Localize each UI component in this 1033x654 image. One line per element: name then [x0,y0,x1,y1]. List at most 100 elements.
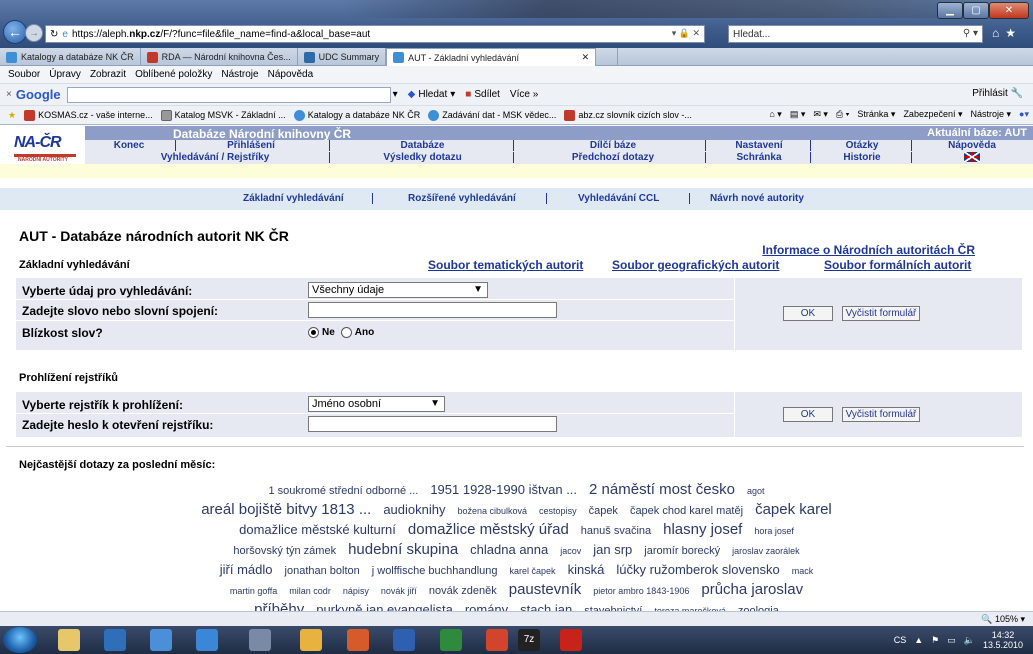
help-icon[interactable]: ●▾ [1019,109,1029,120]
tab-katalogy[interactable]: Katalogy a databáze NK ČR [0,48,141,66]
clear-form-button[interactable]: Vyčistit formulář [842,306,920,321]
na-cr-logo[interactable]: NA-ČR NÁRODNÍ AUTORITY [14,134,76,163]
fav-katalog-msvk[interactable]: Katalog MSVK - Základní ... [160,109,286,121]
fav-katalogy-nk[interactable]: Katalogy a databáze NK ČR [293,109,420,121]
nav-schranka[interactable]: Schránka [711,152,807,163]
tag-cloud-link[interactable]: čapek [589,505,618,517]
tag-cloud-link[interactable]: jonathan bolton [285,565,360,577]
nav-databaze[interactable]: Databáze [335,140,510,151]
back-button[interactable]: ← [3,20,27,44]
tag-cloud-link[interactable]: domažlice městský úřad [408,521,569,538]
tag-cloud-link[interactable]: jacov [560,546,581,556]
nav-nastaveni[interactable]: Nastavení [711,140,807,151]
powerpoint-taskbar-icon[interactable] [347,629,369,651]
tag-cloud-link[interactable]: božena cibulková [457,506,527,516]
menu-zobrazit[interactable]: Zobrazit [90,69,126,80]
tag-cloud-link[interactable]: nápisy [343,586,369,596]
word-taskbar-icon[interactable] [393,629,415,651]
tag-cloud-link[interactable]: audioknihy [383,502,445,517]
cmd-page[interactable]: Stránka ▾ [857,109,895,120]
ie-taskbar-icon[interactable] [196,629,218,651]
fav-kosmas[interactable]: KOSMAS.cz - vaše interne... [24,109,153,121]
google-more-button[interactable]: Více » [510,89,538,100]
google-dropdown-icon[interactable]: ▾ [393,89,398,100]
tag-cloud-link[interactable]: čapek karel [755,501,832,518]
tab-close-icon[interactable]: ✕ [582,52,590,63]
clock[interactable]: 14:32 13.5.2010 [983,630,1023,650]
browse-ok-button[interactable]: OK [783,407,833,422]
tag-cloud-link[interactable]: příběhy [254,601,304,611]
tag-cloud-link[interactable]: karel čapek [510,566,556,576]
tag-cloud-link[interactable]: milan codr [289,586,331,596]
tag-cloud-link[interactable]: chladna anna [470,542,548,557]
nav-vyhledavani[interactable]: Vyhledávání / Rejstříky [105,152,325,163]
word-input[interactable] [308,302,557,318]
tag-cloud-link[interactable]: mack [792,566,814,576]
wrench-icon[interactable]: 🔧 [1011,88,1023,99]
tag-cloud-link[interactable]: paustevník [509,581,582,598]
nav-otazky[interactable]: Otázky [815,140,909,151]
tag-cloud-link[interactable]: novák jiří [381,586,417,596]
search-icon[interactable]: ⚲ ▾ [963,28,978,39]
menu-upravy[interactable]: Úpravy [49,69,81,80]
tab-aut-active[interactable]: AUT - Základní vyhledávání ✕ [386,48,597,66]
nav-prihlaseni[interactable]: Přihlášení [181,140,321,151]
menu-soubor[interactable]: Soubor [8,69,40,80]
nav-konec[interactable]: Konec [89,140,169,151]
browse-clear-button[interactable]: Vyčistit formulář [842,407,920,422]
tag-cloud-link[interactable]: hlasny josef [663,521,742,538]
tag-cloud-link[interactable]: hudební skupina [348,541,458,558]
excel-taskbar-icon[interactable] [440,629,462,651]
tray-arrow-icon[interactable]: ▲ [914,635,923,645]
menu-nastroje[interactable]: Nástroje [221,69,258,80]
address-lock-icon[interactable]: ▾ 🔒 ✕ [672,28,700,39]
radio-yes[interactable] [340,327,352,338]
home-icon[interactable]: ⌂ [992,26,999,40]
tag-cloud-link[interactable]: horšovský týn zámek [233,545,336,557]
tag-cloud-link[interactable]: agot [747,486,765,496]
tag-cloud-link[interactable]: jaromír borecký [644,545,720,557]
menu-napoveda[interactable]: Nápověda [268,69,314,80]
firefox-taskbar-icon[interactable] [486,629,508,651]
favorites-star-icon[interactable]: ★ [1005,26,1016,40]
app-taskbar-icon[interactable] [300,629,322,651]
google-search-input[interactable] [66,86,391,103]
subnav-basic-search[interactable]: Základní vyhledávání [243,193,344,204]
tag-cloud-link[interactable]: cestopisy [539,506,577,516]
media-taskbar-icon[interactable] [104,629,126,651]
close-button[interactable]: ✕ [989,2,1029,19]
marc-taskbar-icon[interactable] [150,629,172,651]
menu-oblibene[interactable]: Oblíbené položky [135,69,212,80]
nav-vysledky[interactable]: Výsledky dotazu [335,152,510,163]
nav-historie[interactable]: Historie [815,152,909,163]
nav-napoveda[interactable]: Nápověda [917,140,1027,151]
tag-cloud-link[interactable]: průcha jaroslav [701,581,803,598]
google-share-button[interactable]: ■ Sdílet [465,89,500,100]
fav-abz[interactable]: abz.cz slovník cizích slov -... [564,109,692,121]
tab-rda[interactable]: RDA — Národní knihovna Čes... [141,48,298,66]
start-button[interactable] [3,627,37,653]
subnav-new-authority[interactable]: Návrh nové autority [710,193,804,204]
tag-cloud-link[interactable]: hora josef [754,526,794,536]
nav-predchozi[interactable]: Předchozí dotazy [519,152,707,163]
subnav-advanced-search[interactable]: Rozšířené vyhledávání [408,193,516,204]
flag-tray-icon[interactable]: ⚑ [931,635,939,646]
info-link[interactable]: Informace o Národních autoritách ČR [762,243,975,257]
tag-cloud-link[interactable]: kinská [568,562,605,577]
tag-cloud-link[interactable]: pietor ambro 1843-1906 [593,586,689,596]
tag-cloud-link[interactable]: čapek chod karel matěj [630,505,743,517]
google-signin-link[interactable]: Přihlásit 🔧 [972,88,1023,99]
address-bar[interactable]: ↻ e https://aleph.nkp.cz/F/?func=file&fi… [45,25,705,43]
fav-zadavani-dat[interactable]: Zadávání dat - MSK vědec... [428,109,556,121]
tag-cloud-link[interactable]: jiří mádlo [220,562,273,577]
thematic-authorities-link[interactable]: Soubor tematických autorit [428,258,583,272]
index-select[interactable]: Jméno osobní ▼ [308,396,445,412]
subnav-ccl-search[interactable]: Vyhledávání CCL [578,193,659,204]
feeds-icon[interactable]: ▤ ▾ [790,109,806,120]
heading-input[interactable] [308,416,557,432]
geographic-authorities-link[interactable]: Soubor geografických autorit [612,258,779,272]
tag-cloud-link[interactable]: jaroslav zaorálek [732,546,800,556]
print-icon[interactable]: ⎙ ▾ [836,109,849,120]
favorites-star-icon[interactable]: ★ [8,110,16,121]
tag-cloud-link[interactable]: jan srp [593,542,632,557]
